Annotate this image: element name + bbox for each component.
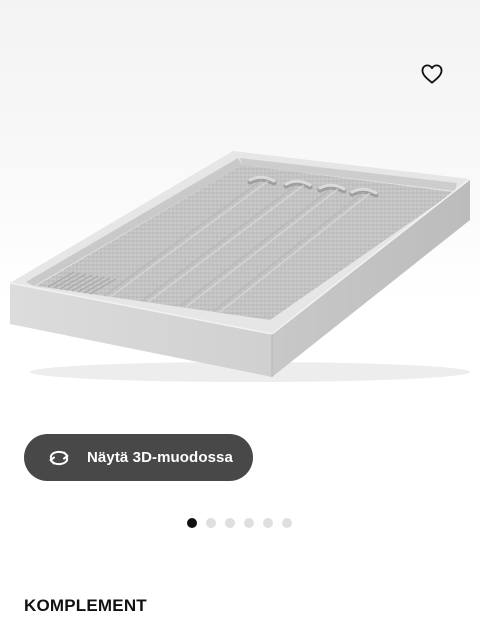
heart-outline-icon [421,64,443,84]
favorite-button[interactable] [414,56,450,92]
pagination-dot[interactable] [187,518,197,528]
product-name: KOMPLEMENT [24,596,147,615]
view-in-3d-label: Näytä 3D-muodossa [87,449,233,466]
view-in-3d-button[interactable]: Näytä 3D-muodossa [24,434,253,481]
product-gallery[interactable]: Näytä 3D-muodossa [0,0,480,528]
product-image [9,151,471,382]
pagination-dot[interactable] [206,518,216,528]
pagination-dot[interactable] [263,518,273,528]
gallery-pagination [187,518,292,528]
pagination-dot[interactable] [282,518,292,528]
pagination-dot[interactable] [244,518,254,528]
pagination-dot[interactable] [225,518,235,528]
rotate-3d-icon [46,447,72,469]
